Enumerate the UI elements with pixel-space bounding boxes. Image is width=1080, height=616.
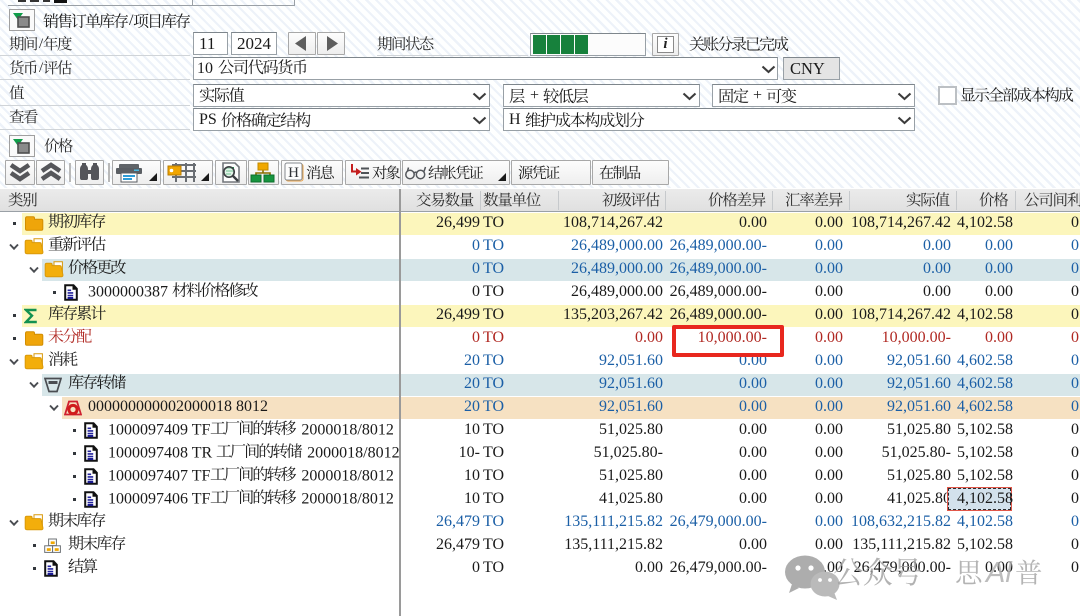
svg-text:H: H [288,165,299,181]
